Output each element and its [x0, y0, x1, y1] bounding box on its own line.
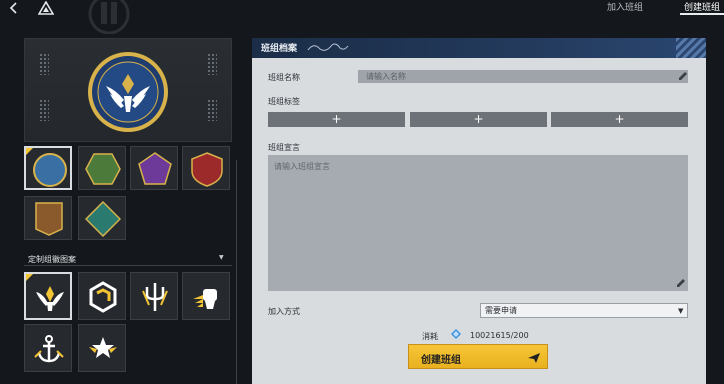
decor-dots: [39, 99, 49, 121]
icon-tile-winged-star[interactable]: [78, 324, 126, 372]
pentagon-badge-icon: [138, 152, 172, 185]
add-tag-button-2[interactable]: +: [410, 112, 547, 127]
emblem-preview-icon: [88, 52, 168, 132]
banner-badge-icon: [35, 202, 63, 236]
winged-fist-icon: [193, 289, 217, 309]
send-arrow-icon: [528, 353, 540, 363]
name-label: 班组名称: [268, 73, 300, 82]
header-stripe-decor: [676, 38, 706, 58]
chevron-left-icon[interactable]: [7, 1, 21, 15]
squad-motto-textarea[interactable]: 请输入班组宣言: [268, 155, 688, 291]
currency-gem-icon: [451, 329, 461, 339]
add-tag-button-3[interactable]: +: [551, 112, 688, 127]
pencil-icon[interactable]: [676, 278, 686, 288]
cost-label: 消耗: [422, 332, 438, 341]
motto-label: 班组宣言: [268, 143, 300, 152]
icon-tile-winged-shield[interactable]: [24, 272, 72, 320]
add-tag-button-1[interactable]: +: [268, 112, 405, 127]
diamond-badge-icon: [85, 201, 121, 237]
swatch-diamond[interactable]: [78, 196, 126, 240]
scrollbar[interactable]: [236, 160, 237, 384]
decor-dots: [207, 53, 217, 75]
swatch-banner[interactable]: [24, 196, 72, 240]
swatch-shield[interactable]: [182, 146, 230, 190]
anchor-icon: [34, 335, 64, 363]
selected-marker-icon: [26, 274, 33, 281]
winged-star-icon: [89, 337, 117, 358]
hexagon-badge-icon: [85, 153, 121, 185]
swatch-hexagon[interactable]: [78, 146, 126, 190]
swatch-pentagon[interactable]: [130, 146, 178, 190]
panel-header: 班组档案: [252, 38, 706, 58]
signature-decor-icon: [307, 43, 349, 51]
triangle-logo-icon[interactable]: [38, 1, 54, 15]
hexagon-link-icon: [89, 281, 117, 313]
winged-shield-icon: [36, 286, 64, 311]
divider: [24, 265, 232, 266]
icon-tile-hexagon-link[interactable]: [78, 272, 126, 320]
swatch-circle[interactable]: [24, 146, 72, 190]
join-method-select[interactable]: 需要申请: [480, 303, 688, 318]
squad-name-input[interactable]: 请输入名称: [358, 70, 688, 83]
join-method-label: 加入方式: [268, 307, 300, 316]
create-squad-button[interactable]: 创建班组: [408, 344, 548, 369]
decor-dots: [207, 99, 217, 121]
shield-badge-icon: [191, 152, 223, 187]
background-emblem-icon: [88, 0, 130, 34]
create-squad-label: 创建班组: [421, 355, 461, 366]
icon-tile-winged-fist[interactable]: [182, 272, 230, 320]
tab-create-squad[interactable]: 创建班组: [680, 0, 724, 14]
active-tab-indicator: [680, 13, 724, 15]
triangle-down-icon[interactable]: ▼: [678, 307, 683, 315]
circle-badge-icon: [33, 153, 67, 187]
trident-icon: [142, 283, 168, 311]
custom-emblem-title: 定制组徽图案: [28, 255, 76, 264]
pencil-icon[interactable]: [678, 71, 688, 81]
cost-value: 10021615/200: [470, 331, 529, 340]
squad-profile-panel: 班组档案 班组名称 请输入名称 班组标签 + + + 班组宣言 请输入班组宣言 …: [252, 38, 706, 384]
triangle-down-icon[interactable]: ▼: [219, 254, 224, 261]
icon-tile-trident[interactable]: [130, 272, 178, 320]
panel-title: 班组档案: [261, 44, 298, 54]
tags-label: 班组标签: [268, 97, 300, 106]
top-bar: 加入班组 创建班组: [0, 0, 724, 34]
decor-dots: [39, 53, 49, 75]
tab-join-squad[interactable]: 加入班组: [603, 0, 647, 14]
icon-tile-anchor[interactable]: [24, 324, 72, 372]
